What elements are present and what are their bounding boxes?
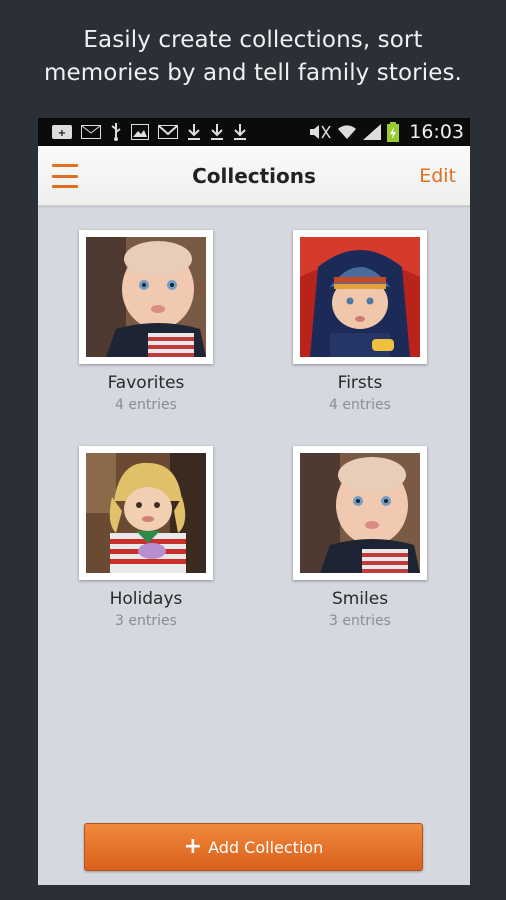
edit-button[interactable]: Edit [419, 146, 456, 206]
baby-portrait-photo [300, 453, 420, 573]
collection-thumbnail[interactable] [293, 446, 427, 580]
hamburger-menu-icon[interactable] [52, 164, 78, 188]
collections-grid: Favorites 4 entries Firsts 4 entries Hol… [38, 206, 470, 806]
battery-charging-icon [387, 122, 400, 142]
usb-icon [110, 122, 122, 142]
collection-count: 4 entries [115, 397, 177, 413]
promo-line-1: Easily create collections, sort [83, 27, 423, 53]
add-collection-label: Add Collection [208, 837, 324, 857]
collection-thumbnail[interactable] [79, 230, 213, 364]
promo-caption: Easily create collections, sort memories… [0, 24, 506, 90]
collection-name: Holidays [109, 589, 183, 609]
collection-count: 3 entries [329, 613, 391, 629]
collection-item-firsts[interactable]: Firsts 4 entries [260, 230, 460, 413]
collection-thumbnail[interactable] [293, 230, 427, 364]
gmail-icon [158, 122, 178, 142]
status-time: 16:03 [409, 121, 464, 143]
collection-name: Firsts [337, 373, 383, 393]
app-bar: Collections Edit [38, 146, 470, 206]
mute-icon [309, 122, 331, 142]
status-bar: + 16:03 [38, 118, 470, 146]
app-screen: Collections Edit Favorites 4 entries Fir… [38, 146, 470, 885]
collection-item-smiles[interactable]: Smiles 3 entries [260, 446, 460, 629]
plus-icon: + [183, 834, 203, 859]
image-icon [131, 122, 149, 142]
collection-name: Smiles [331, 589, 389, 609]
wifi-icon [337, 122, 357, 142]
collection-count: 3 entries [115, 613, 177, 629]
download-icon [233, 122, 247, 142]
collection-item-favorites[interactable]: Favorites 4 entries [46, 230, 246, 413]
collection-thumbnail[interactable] [79, 446, 213, 580]
collection-name: Favorites [107, 373, 185, 393]
collection-item-holidays[interactable]: Holidays 3 entries [46, 446, 246, 629]
signal-icon [363, 122, 382, 142]
add-collection-button[interactable]: + Add Collection [84, 823, 423, 871]
mail-icon [81, 122, 101, 142]
collection-count: 4 entries [329, 397, 391, 413]
svg-text:+: + [58, 128, 66, 139]
page-title: Collections [192, 164, 316, 188]
download-icon [210, 122, 224, 142]
google-plus-icon: + [52, 122, 72, 142]
promo-line-2: memories by and tell family stories. [44, 60, 462, 86]
toddler-winter-hat-photo [86, 453, 206, 573]
download-icon [187, 122, 201, 142]
baby-portrait-photo [86, 237, 206, 357]
baby-in-stroller-photo [300, 237, 420, 357]
